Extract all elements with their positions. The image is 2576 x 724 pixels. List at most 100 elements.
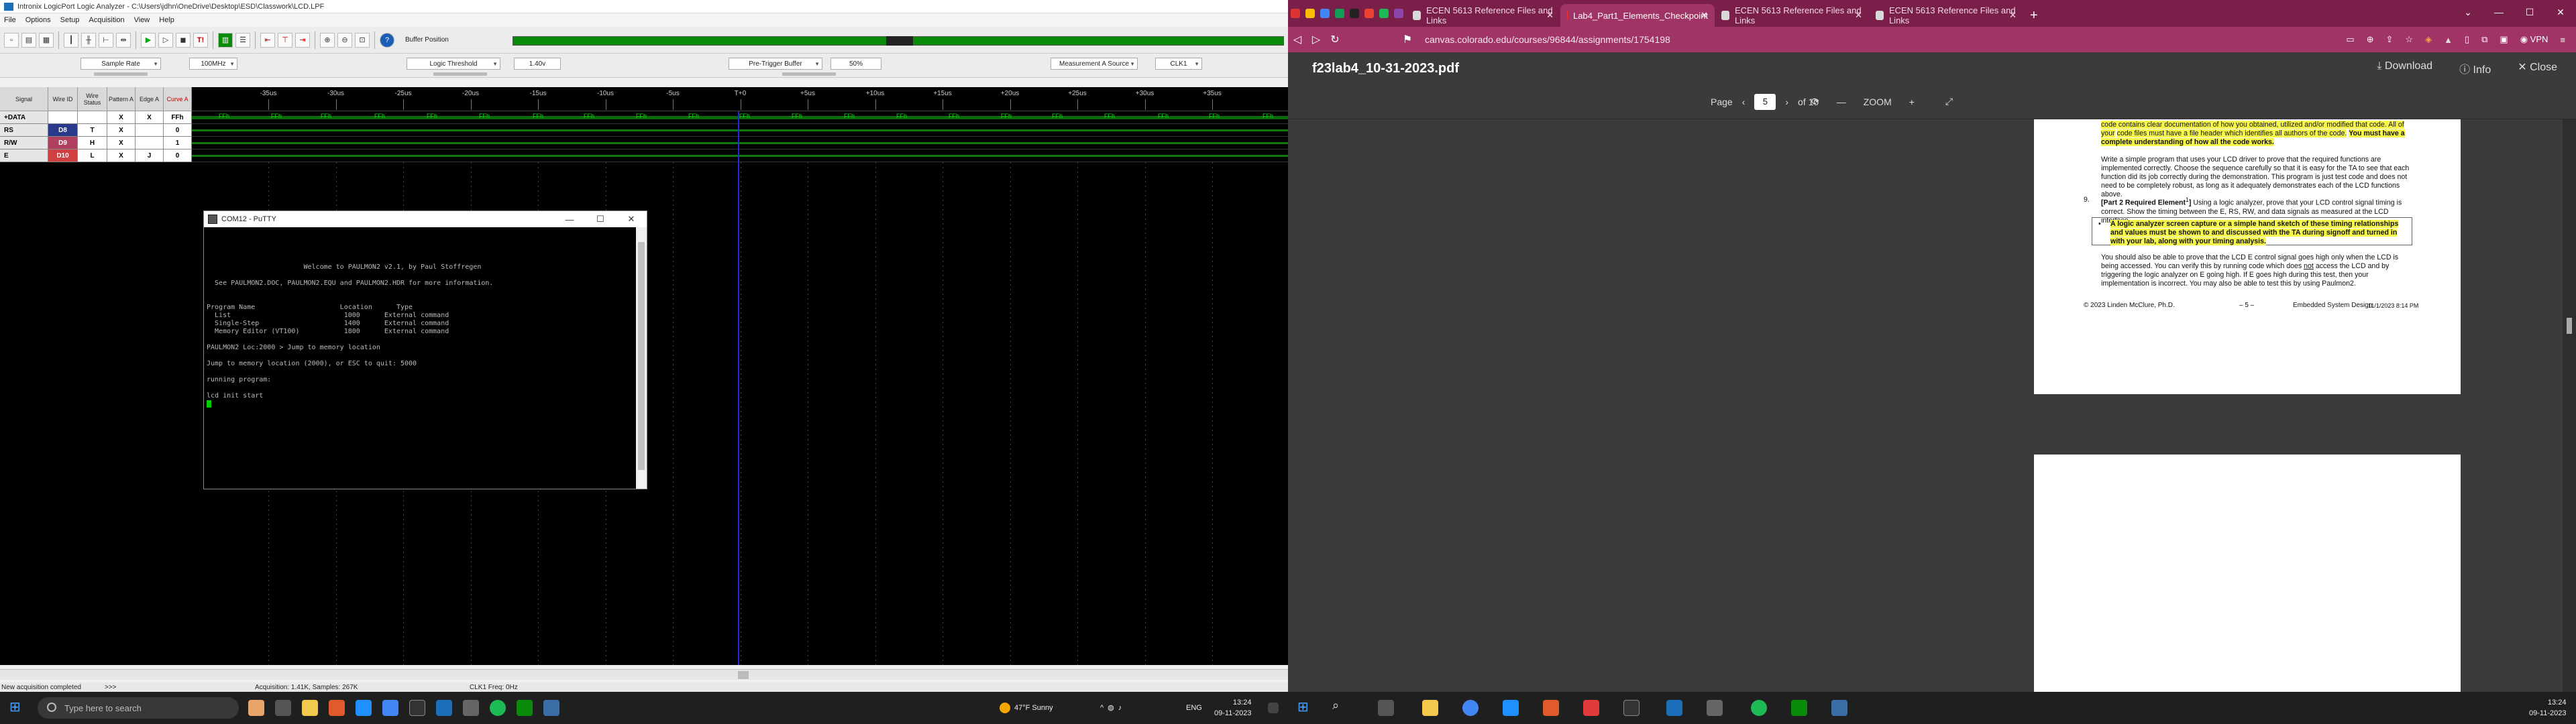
sidebar-icon[interactable]: ▯ [2465,34,2469,45]
putty-icon[interactable] [463,700,479,716]
star-icon[interactable]: ☆ [2405,34,2413,45]
weather-widget[interactable]: 47°F Sunny [1000,703,1053,713]
pretrigger-slider[interactable] [782,72,836,76]
brave-icon[interactable] [329,700,345,716]
tray-icons[interactable]: ^◍♪ [1100,703,1126,713]
chevron-up-icon[interactable]: ^ [1100,704,1108,712]
scroll-thumb[interactable] [2567,318,2572,334]
brave-icon[interactable] [1543,700,1559,716]
file-explorer-icon[interactable] [1422,700,1438,716]
volume-icon[interactable]: ♪ [1118,704,1126,712]
maximize-icon[interactable]: ☐ [585,211,616,227]
signal-name-cell[interactable]: +DATA [0,111,48,124]
terminal-output[interactable]: Welcome to PAULMON2 v2.1, by Paul Stoffr… [204,227,636,489]
fullscreen-icon[interactable]: ⤢ [1945,96,1953,107]
menu-icon[interactable]: ≡ [2560,35,2565,45]
share-icon[interactable]: ⇪ [2386,34,2394,45]
signal-name-cell[interactable]: RS [0,124,48,137]
task-view-icon[interactable] [1378,700,1394,716]
spotify-icon[interactable] [1751,700,1767,716]
app-icon[interactable] [1831,700,1847,716]
forward-icon[interactable]: ▷ [1307,33,1326,46]
notification-icon[interactable] [1268,703,1279,713]
language-indicator[interactable]: ENG [1186,703,1202,713]
zoom-in-icon[interactable]: + [1909,97,1915,107]
maximize-icon[interactable]: ☐ [2514,0,2545,24]
menu-acquisition[interactable]: Acquisition [89,16,124,24]
waveform-trace[interactable] [192,149,1288,162]
putty-window[interactable]: COM12 - PuTTY — ☐ ✕ Welcome to PAULMON2 … [203,210,647,489]
jump-trigger-icon[interactable]: ⊤ [278,32,292,48]
windows-start-icon[interactable]: ⊞ [9,699,25,715]
network-icon[interactable]: ◍ [1108,704,1118,712]
waveform-trace[interactable] [192,137,1288,149]
chevron-down-icon[interactable]: ⌄ [2453,0,2483,24]
stop-icon[interactable]: ◼ [176,32,191,48]
page-number-input[interactable]: 5 [1754,93,1776,110]
close-button[interactable]: ✕ Close [2518,60,2557,76]
pre-trigger-input[interactable]: 50% [830,58,881,70]
close-icon[interactable]: ✕ [1855,10,1862,21]
buffer-position-bar[interactable] [513,36,1284,46]
zoom-fit-icon[interactable]: ⊡ [355,32,370,48]
pinned-tab[interactable] [1303,0,1318,27]
cursor-icon[interactable]: ┃ [64,32,78,48]
close-icon[interactable]: ✕ [2009,10,2017,21]
spotify-icon[interactable] [490,700,506,716]
trigger-icon[interactable]: T! [193,32,208,48]
task-view-icon[interactable] [275,700,291,716]
pinned-tab[interactable] [1318,0,1332,27]
pdf-scrollbar[interactable] [2563,119,2576,692]
minimize-icon[interactable]: — [554,211,585,227]
info-button[interactable]: ⓘ Info [2459,60,2491,76]
edge-icon[interactable] [1503,700,1519,716]
extensions-icon[interactable]: ⧉ [2481,34,2487,45]
edge-icon[interactable] [356,700,372,716]
waveform-trace[interactable]: FFh FFh FFh FFh FFh FFh FFh FFh FFh FFh FFh FFh FFh F… [192,111,1288,124]
vpn-button[interactable]: ◉ VPN [2520,34,2548,45]
copilot-icon[interactable] [248,700,264,716]
clock-left[interactable]: 13:24 09-11-2023 [1214,697,1251,719]
tab-reference-3[interactable]: ECEN 5613 Reference Files and Links ✕ [1869,4,2023,27]
prev-page-icon[interactable]: ‹ [1742,97,1746,107]
new-icon[interactable]: ▫ [4,32,19,48]
zoom-out-icon[interactable]: ⊖ [337,32,352,48]
search-icon[interactable]: ⌕ [1332,699,1348,715]
new-tab-button[interactable]: + [2030,4,2038,27]
pinned-tab[interactable] [1377,0,1391,27]
trigger-cursor[interactable] [738,111,739,665]
close-icon[interactable]: ✕ [2545,0,2576,24]
app-icon[interactable] [543,700,559,716]
close-icon[interactable]: ✕ [1701,10,1708,21]
clock-right[interactable]: 13:24 09-11-2023 [2529,697,2566,719]
jump-end-icon[interactable]: ⇥ [295,32,310,48]
marker-icon[interactable]: ╫ [81,32,96,48]
putty-scrollbar[interactable] [636,227,647,489]
align-icon[interactable]: ⇹ [116,32,131,48]
run-icon[interactable]: ▶ [141,32,156,48]
signal-name-cell[interactable]: R/W [0,137,48,149]
tab-reference-2[interactable]: ECEN 5613 Reference Files and Links ✕ [1715,4,1869,27]
wallet-icon[interactable]: ▣ [2500,34,2508,45]
waveform-trace[interactable] [192,124,1288,137]
pinned-tab[interactable] [1332,0,1347,27]
pinned-tab[interactable] [1391,0,1406,27]
next-page-icon[interactable]: › [1785,97,1788,107]
minimize-icon[interactable]: — [2483,0,2514,24]
logicport-icon[interactable] [436,700,452,716]
jump-start-icon[interactable]: ⇤ [260,32,275,48]
zoom-icon[interactable]: ⊕ [2367,34,2374,45]
zoom-out-icon[interactable]: — [1837,97,1846,107]
pdf-viewport[interactable]: code contains clear documentation of how… [1288,119,2563,692]
app-icon[interactable] [1791,700,1807,716]
windows-start-icon[interactable]: ⊞ [1297,699,1313,715]
tab-lab4-checkpoint[interactable]: Lab4_Part1_Elements_Checkpoint ✕ [1560,4,1715,27]
putty-titlebar[interactable]: COM12 - PuTTY — ☐ ✕ [204,211,647,227]
menu-file[interactable]: File [4,16,16,24]
waveform-view-icon[interactable]: ▥ [218,32,233,48]
sample-rate-slider[interactable] [94,72,148,76]
bookmark-icon[interactable]: ⚑ [1398,33,1417,46]
terminal-icon[interactable] [409,700,425,716]
app-icon[interactable] [517,700,533,716]
pinned-tab[interactable] [1347,0,1362,27]
